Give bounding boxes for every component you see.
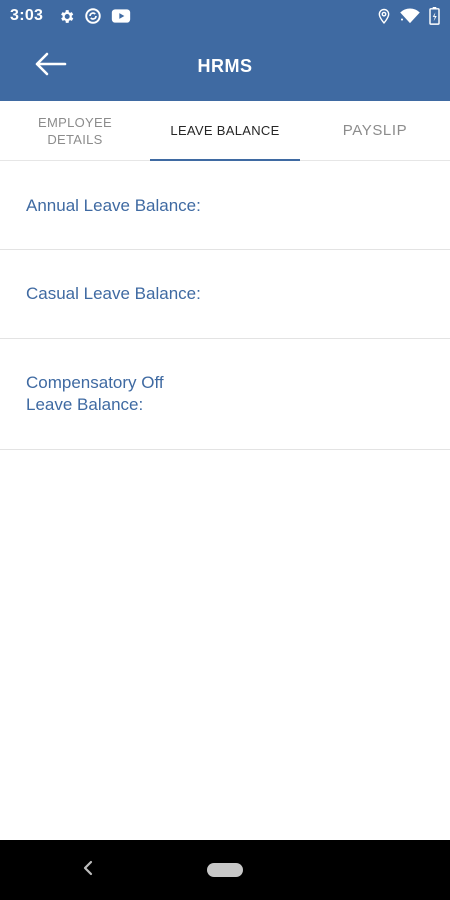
arrow-left-icon xyxy=(33,52,67,81)
status-right xyxy=(377,7,440,25)
tab-indicator xyxy=(150,159,300,161)
list-item-annual-leave: Annual Leave Balance: xyxy=(0,162,450,250)
tab-employee-details[interactable]: EMPLOYEE DETAILS xyxy=(0,101,150,160)
tab-bar: EMPLOYEE DETAILS LEAVE BALANCE PAYSLIP xyxy=(0,101,450,161)
wifi-icon xyxy=(399,8,421,24)
tab-payslip[interactable]: PAYSLIP xyxy=(300,101,450,160)
gear-icon xyxy=(58,8,75,25)
leave-balance-list: Annual Leave Balance: Casual Leave Balan… xyxy=(0,162,450,450)
status-time: 3:03 xyxy=(10,7,44,24)
tab-label: EMPLOYEE DETAILS xyxy=(38,114,112,147)
app-bar: HRMS xyxy=(0,32,450,101)
location-icon xyxy=(377,8,391,25)
tab-leave-balance[interactable]: LEAVE BALANCE xyxy=(150,101,300,161)
status-left: 3:03 xyxy=(10,7,131,25)
list-item-compensatory-off: Compensatory Off Leave Balance: xyxy=(0,339,450,450)
battery-icon xyxy=(429,7,440,25)
youtube-icon xyxy=(111,8,131,24)
tab-label: PAYSLIP xyxy=(342,122,408,139)
compensatory-off-label: Compensatory Off Leave Balance: xyxy=(26,373,164,414)
nav-back-button[interactable] xyxy=(76,858,100,882)
chevron-left-icon xyxy=(83,860,93,881)
sync-icon xyxy=(84,7,102,25)
casual-leave-label: Casual Leave Balance: xyxy=(26,284,201,303)
list-item-casual-leave: Casual Leave Balance: xyxy=(0,250,450,339)
back-button[interactable] xyxy=(28,50,72,82)
home-pill-icon[interactable] xyxy=(207,863,243,877)
annual-leave-label: Annual Leave Balance: xyxy=(26,195,201,215)
tab-label: LEAVE BALANCE xyxy=(170,123,280,138)
status-bar: 3:03 xyxy=(0,0,450,32)
system-nav-bar xyxy=(0,840,450,900)
